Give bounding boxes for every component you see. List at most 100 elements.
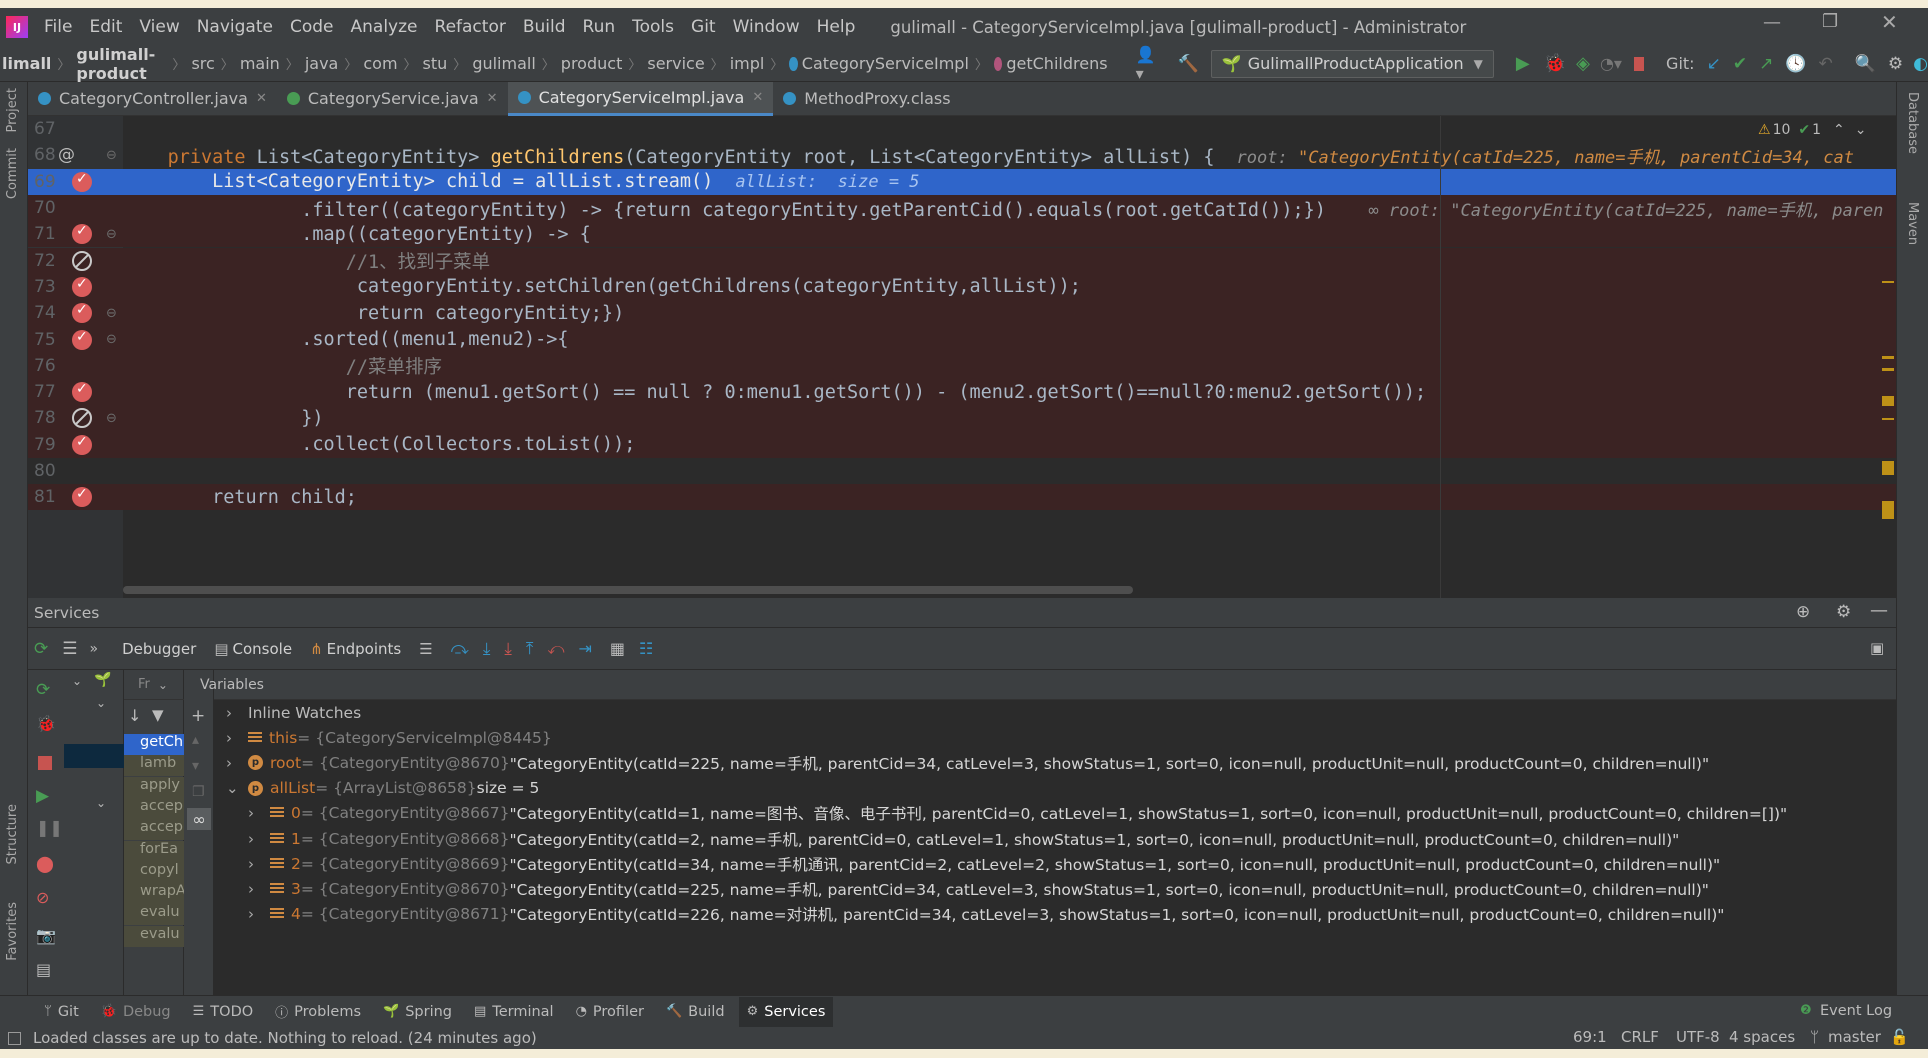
menu-refactor[interactable]: Refactor xyxy=(435,17,506,37)
breadcrumb-item[interactable]: gulimall-product xyxy=(76,45,166,83)
stack-frame[interactable]: accep xyxy=(124,797,184,819)
step-down-icon[interactable]: ↓ xyxy=(128,706,141,725)
bottom-tab-debug[interactable]: 🐞 Debug xyxy=(93,997,179,1027)
variable-row[interactable]: › p root = {CategoryEntity@8670} "Category… xyxy=(226,750,1709,775)
tree-expand-icon[interactable]: ⌄ xyxy=(72,674,82,688)
menu-help[interactable]: Help xyxy=(817,17,856,37)
code-line[interactable]: 81 return child; xyxy=(28,484,1896,511)
history-icon[interactable]: 🕓 xyxy=(1785,54,1806,74)
code-line[interactable]: 79 .collect(Collectors.toList()); xyxy=(28,431,1896,458)
bottom-tab-spring[interactable]: 🌱 Spring xyxy=(375,997,460,1027)
tab-console[interactable]: Console xyxy=(233,640,293,658)
down-icon[interactable]: ▾ xyxy=(192,758,199,774)
gear-icon[interactable]: ⚙ xyxy=(1836,602,1851,622)
bottom-tab-terminal[interactable]: ▤ Terminal xyxy=(466,997,562,1027)
bottom-tab-build[interactable]: 🔨 Build xyxy=(658,997,733,1027)
menu-view[interactable]: View xyxy=(139,17,179,37)
breakpoint-icon[interactable] xyxy=(72,171,92,192)
profile-icon[interactable]: ◔▾ xyxy=(1600,54,1622,73)
disabled-breakpoint-icon[interactable] xyxy=(72,250,92,271)
commit-tool-window[interactable]: Commit xyxy=(5,148,20,199)
rerun-icon[interactable]: ⟳ xyxy=(36,680,50,700)
fold-icon[interactable]: ⊖ xyxy=(106,306,117,321)
add-watch-icon[interactable]: + xyxy=(191,706,205,726)
run-config-select[interactable]: 🌱 GulimallProductApplication ▼ xyxy=(1210,49,1494,78)
resume-icon[interactable]: ▶ xyxy=(36,786,49,806)
plugin-icon[interactable]: ◐ xyxy=(1913,54,1928,74)
code-line[interactable]: 77 return (menu1.getSort() == null ? 0:m… xyxy=(28,379,1896,406)
coverage-icon[interactable]: ◈ xyxy=(1576,53,1590,74)
tab-file[interactable]: CategoryService.java ✕ xyxy=(277,82,508,116)
variable-row[interactable]: ⌄ p allList = {ArrayList@8658} size = 5 xyxy=(226,776,539,801)
layout-icon[interactable]: ▣ xyxy=(1870,639,1884,657)
restore-button[interactable]: ❐ xyxy=(1822,11,1838,32)
drop-frame-icon[interactable]: ⤺ xyxy=(547,639,564,659)
breakpoint-icon[interactable] xyxy=(72,302,92,324)
code-line[interactable]: 72 //1、找到子菜单 xyxy=(28,247,1896,274)
chevron-right-icon[interactable]: › xyxy=(248,830,262,848)
chevron-down-icon[interactable]: ⌄ xyxy=(226,779,240,797)
breadcrumb-item[interactable]: src xyxy=(191,54,214,73)
stack-frame[interactable]: forEa xyxy=(124,840,184,862)
breadcrumb-item[interactable]: impl xyxy=(730,54,765,73)
close-tab-icon[interactable]: ✕ xyxy=(752,90,763,105)
code-line[interactable]: 75 ⊖ .sorted((menu1,menu2)->{ xyxy=(28,326,1896,353)
caret-position[interactable]: 69:1 xyxy=(1573,1028,1607,1046)
breadcrumb-item[interactable]: stu xyxy=(423,54,448,73)
tab-file[interactable]: CategoryServiceImpl.java ✕ xyxy=(507,81,774,116)
git-commit-icon[interactable]: ✔ xyxy=(1733,54,1747,74)
tree-expand-icon[interactable]: ⌄ xyxy=(96,696,106,710)
variable-row[interactable]: › Inline Watches xyxy=(226,700,361,725)
implementation-icon[interactable]: @ xyxy=(58,145,75,165)
variable-row[interactable]: › this = {CategoryServiceImpl@8445} xyxy=(226,725,552,750)
more-icon[interactable]: » xyxy=(90,641,99,657)
close-tab-icon[interactable]: ✕ xyxy=(487,91,498,106)
breakpoint-icon[interactable] xyxy=(72,434,92,455)
breadcrumb-item[interactable]: main xyxy=(240,54,280,73)
breadcrumb-item[interactable]: com xyxy=(363,54,397,73)
breakpoint-icon[interactable] xyxy=(72,486,92,508)
inspection-widget[interactable]: ⚠ 10 ✔ 1 ⌃ ⌄ xyxy=(1758,122,1867,138)
camera-icon[interactable]: 📷 xyxy=(36,926,56,945)
stack-frame[interactable]: accep xyxy=(124,819,184,841)
breakpoint-icon[interactable] xyxy=(72,381,92,403)
threads-icon[interactable]: ☰ xyxy=(419,640,432,658)
menu-analyze[interactable]: Analyze xyxy=(351,17,418,37)
filter-icon[interactable]: ▼ xyxy=(152,706,164,724)
chevron-up-icon[interactable]: ⌃ xyxy=(1833,122,1845,138)
chevron-down-icon[interactable]: ⌄ xyxy=(158,678,168,692)
database-tool-window[interactable]: Database xyxy=(1905,92,1920,154)
menu-git[interactable]: Git xyxy=(691,17,716,37)
minimize-button[interactable]: — xyxy=(1763,12,1781,33)
rerun-icon[interactable]: ⟳ xyxy=(34,639,48,659)
layout-icon[interactable]: ▤ xyxy=(36,960,51,979)
file-encoding[interactable]: UTF-8 xyxy=(1676,1028,1720,1046)
chevron-down-icon[interactable]: ⌄ xyxy=(1855,122,1867,138)
chevron-right-icon[interactable]: › xyxy=(226,754,240,772)
code-line[interactable]: 78 ⊖ }) xyxy=(28,405,1896,432)
hide-icon[interactable]: — xyxy=(1870,600,1888,621)
gear-icon[interactable]: ⚙ xyxy=(1888,54,1903,74)
breakpoint-icon[interactable] xyxy=(72,223,92,245)
menu-run[interactable]: Run xyxy=(583,17,616,37)
menu-build[interactable]: Build xyxy=(523,17,566,37)
step-over-icon[interactable]: ⤼ xyxy=(451,639,469,659)
step-into-icon[interactable]: ⤓ xyxy=(483,639,491,659)
breakpoints-icon[interactable]: ⬤ xyxy=(36,854,54,873)
fold-icon[interactable]: ⊖ xyxy=(106,332,117,347)
bottom-tab-git[interactable]: ᛘ Git xyxy=(36,997,87,1027)
breadcrumb-item[interactable]: CategoryServiceImpl xyxy=(802,54,969,73)
tab-file[interactable]: CategoryController.java ✕ xyxy=(28,82,277,116)
code-line[interactable]: 73 categoryEntity.setChildren(getChildre… xyxy=(28,273,1896,301)
close-tab-icon[interactable]: ✕ xyxy=(256,91,267,106)
breadcrumb-item[interactable]: java xyxy=(305,54,339,73)
mute-breakpoints-icon[interactable]: ⊘ xyxy=(36,888,49,907)
copy-icon[interactable]: ❐ xyxy=(192,784,205,800)
code-line[interactable]: 76 //菜单排序 xyxy=(28,352,1896,379)
variable-row[interactable]: › 2 = {CategoryEntity@8669} "CategoryEnti… xyxy=(248,851,1720,876)
stop-icon[interactable] xyxy=(38,756,52,770)
breadcrumb-item[interactable]: gulimall xyxy=(472,54,535,73)
trace-icon[interactable]: ☷ xyxy=(639,639,653,658)
event-log-button[interactable]: Event Log xyxy=(1820,1003,1892,1019)
stack-frame[interactable]: getCh xyxy=(124,734,184,755)
